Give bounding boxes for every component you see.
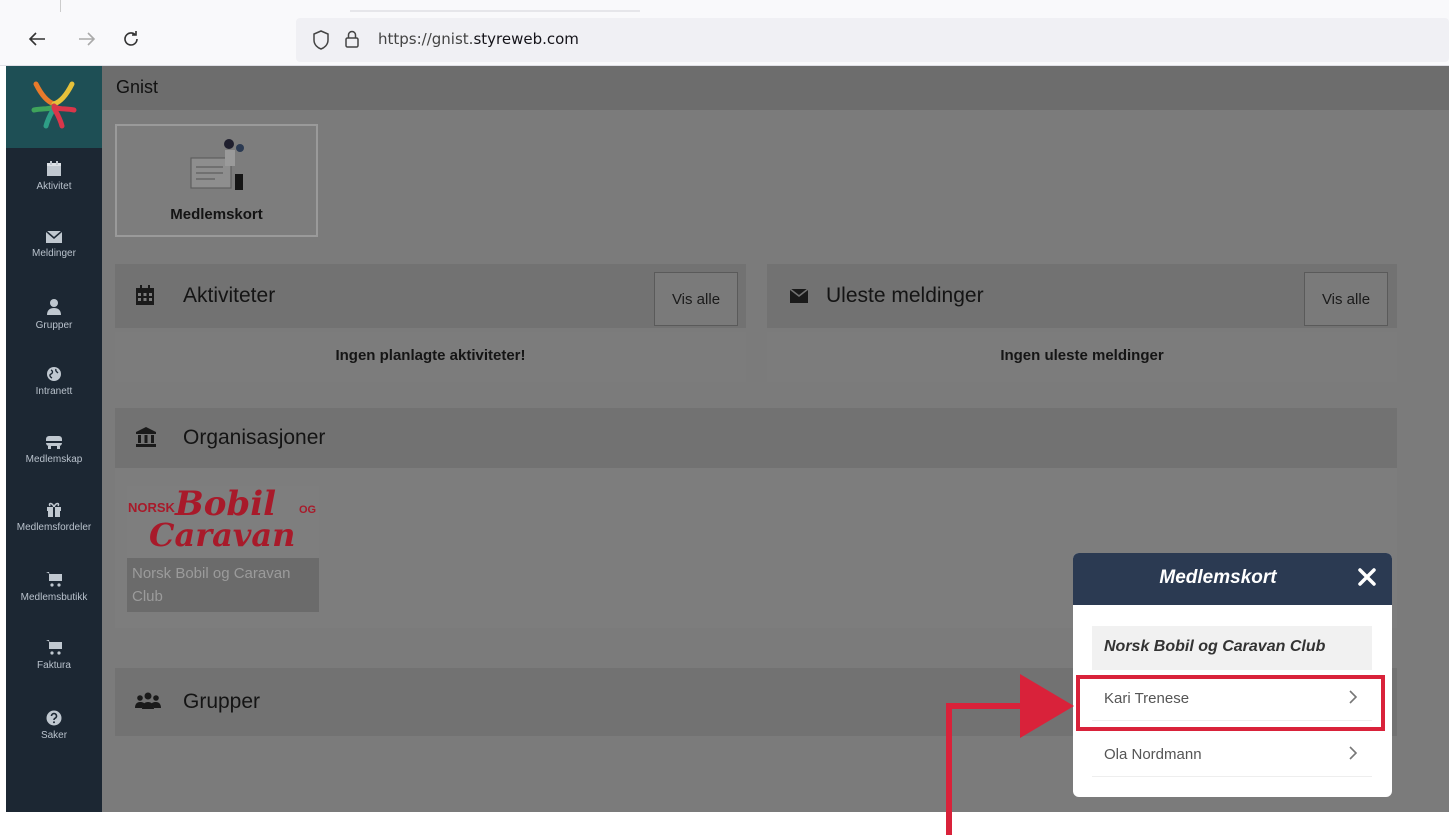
browser-tab[interactable] — [350, 0, 640, 12]
app-header: Gnist — [102, 66, 1449, 110]
bank-icon — [136, 427, 156, 447]
member-name: Ola Nordmann — [1104, 746, 1202, 763]
sidebar-item-meldinger[interactable]: Meldinger — [6, 230, 102, 298]
activities-empty-message: Ingen planlagte aktiviteter! — [335, 347, 526, 364]
modal-title: Medlemskort — [1159, 567, 1277, 588]
shield-icon[interactable] — [312, 30, 330, 55]
sidebar-item-intranett[interactable]: Intranett — [6, 366, 102, 434]
sidebar-item-label: Faktura — [37, 660, 71, 671]
sidebar-item-label: Intranett — [35, 386, 73, 397]
logo-text-second: Caravan — [149, 516, 296, 554]
envelope-icon — [789, 288, 809, 303]
logo-icon — [31, 81, 77, 129]
cart-icon — [46, 640, 62, 655]
close-icon[interactable] — [1356, 566, 1378, 588]
url-text[interactable]: https://gnist.styreweb.com — [378, 30, 579, 48]
sidebar: Aktivitet Meldinger Grupper Intranett Me… — [6, 66, 102, 812]
activities-show-all-button[interactable]: Vis alle — [654, 272, 738, 326]
app-logo[interactable] — [6, 66, 102, 148]
sidebar-item-label: Saker — [40, 730, 68, 741]
member-row-ola-nordmann[interactable]: Ola Nordmann — [1092, 733, 1372, 777]
sidebar-item-medlemsfordeler[interactable]: Medlemsfordeler — [6, 500, 102, 568]
membership-icon — [46, 436, 62, 449]
activities-panel-body: Ingen planlagte aktiviteter! — [115, 332, 746, 382]
sidebar-item-medlemskap[interactable]: Medlemskap — [6, 434, 102, 502]
annotation-arrow-shaft — [946, 706, 952, 835]
sidebar-item-label: Medlemsfordeler — [16, 522, 92, 533]
back-icon[interactable] — [22, 24, 52, 54]
tab-divider — [60, 0, 61, 12]
sidebar-item-medlemsbutikk[interactable]: Medlemsbutikk — [6, 570, 102, 638]
modal-organization-heading: Norsk Bobil og Caravan Club — [1092, 626, 1372, 670]
membership-card-illustration-icon — [190, 139, 244, 190]
organizations-panel-header: Organisasjoner — [115, 408, 1397, 468]
membership-card-tile[interactable]: Medlemskort — [115, 124, 318, 237]
forward-icon[interactable] — [72, 24, 102, 54]
annotation-highlight-box — [1076, 675, 1385, 731]
sidebar-item-label: Medlemskap — [25, 454, 83, 465]
reload-icon[interactable] — [116, 24, 146, 54]
annotation-arrow-head — [1020, 674, 1074, 738]
calendar-icon — [47, 161, 61, 176]
organization-name-box: Norsk Bobil og Caravan Club — [127, 558, 319, 612]
globe-icon — [47, 367, 61, 381]
sidebar-item-faktura[interactable]: Faktura — [6, 638, 102, 706]
user-icon — [47, 299, 61, 315]
question-icon — [46, 710, 62, 726]
activities-panel-header: Aktiviteter Vis alle — [115, 264, 746, 328]
annotation-arrow-shaft-horizontal — [946, 703, 1026, 709]
sidebar-item-label: Grupper — [35, 320, 73, 331]
activities-panel-title: Aktiviteter — [183, 284, 276, 307]
logo-text-og: OG — [299, 504, 317, 516]
modal-header: Medlemskort — [1073, 553, 1392, 605]
browser-toolbar: https://gnist.styreweb.com — [0, 0, 1449, 66]
messages-empty-message: Ingen uleste meldinger — [1000, 347, 1164, 364]
calendar-icon — [136, 285, 154, 305]
lock-icon[interactable] — [344, 29, 360, 54]
messages-panel-title: Uleste meldinger — [826, 284, 984, 307]
sidebar-item-label: Medlemsbutikk — [20, 592, 88, 603]
modal-organization-name: Norsk Bobil og Caravan Club — [1104, 638, 1326, 655]
cart-icon — [46, 572, 62, 587]
organization-logo: NORSK Bobil OG Caravan — [127, 486, 319, 558]
logo-text-small: NORSK — [128, 500, 175, 515]
messages-panel-body: Ingen uleste meldinger — [767, 332, 1397, 382]
membership-card-tile-label: Medlemskort — [170, 206, 263, 223]
sidebar-item-grupper[interactable]: Grupper — [6, 298, 102, 366]
sidebar-item-saker[interactable]: Saker — [6, 710, 102, 778]
gift-icon — [47, 502, 61, 517]
sidebar-item-aktivitet[interactable]: Aktivitet — [6, 160, 102, 228]
envelope-icon — [45, 230, 63, 243]
organization-name: Norsk Bobil og Caravan Club — [132, 565, 291, 605]
messages-show-all-button[interactable]: Vis alle — [1304, 272, 1388, 326]
sidebar-item-label: Aktivitet — [36, 181, 72, 192]
organization-card[interactable]: NORSK Bobil OG Caravan Norsk Bobil og Ca… — [127, 486, 319, 612]
users-icon — [135, 692, 161, 709]
messages-panel-header: Uleste meldinger Vis alle — [767, 264, 1397, 328]
chevron-right-icon — [1349, 746, 1358, 760]
page-title: Gnist — [116, 77, 159, 97]
organizations-panel-title: Organisasjoner — [183, 426, 326, 449]
address-bar[interactable]: https://gnist.styreweb.com — [296, 18, 1449, 62]
groups-panel-title: Grupper — [183, 690, 261, 713]
sidebar-item-label: Meldinger — [32, 248, 76, 259]
